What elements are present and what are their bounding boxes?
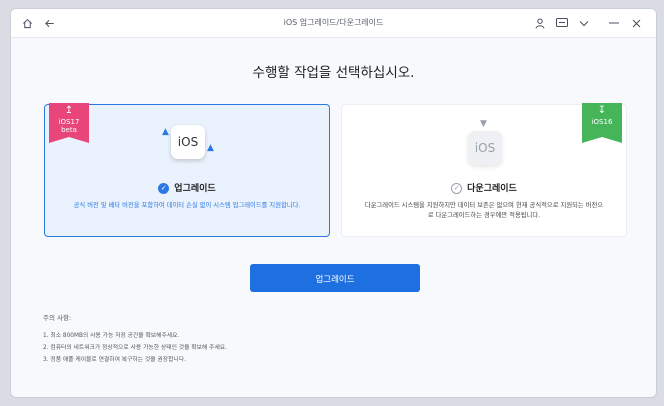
upgrade-button[interactable]: 업그레이드: [250, 264, 420, 292]
ios-app-icon: iOS: [468, 131, 502, 165]
user-icon[interactable]: [533, 9, 547, 37]
ios17-beta-badge: ↥ iOS17 beta: [49, 103, 89, 143]
badge-label: iOS17: [58, 118, 80, 126]
message-icon[interactable]: [555, 9, 569, 37]
badge-sublabel: beta: [61, 126, 77, 134]
downgrade-title-text: 다운그레이드: [467, 184, 517, 194]
down-arrow-icon: ▼: [480, 119, 487, 129]
chevron-down-icon[interactable]: [577, 9, 591, 37]
upgrade-option-card[interactable]: ↥ iOS17 beta ▲ iOS ▲ ✓ 업그레이드 공식 버전 및 베타 버…: [44, 103, 330, 237]
upgrade-option-description: 공식 버전 및 베타 버전을 포함하여 데이터 손실 없이 시스템 업그레이드를…: [73, 202, 301, 209]
close-icon[interactable]: [629, 9, 643, 37]
badge-label: iOS16: [591, 118, 613, 126]
check-circle-icon: ✓: [451, 183, 463, 194]
notes-section: 주의 사항: 1. 최소 800MB의 사용 가능 저장 공간을 확보해주세요.…: [43, 312, 227, 366]
upgrade-title-text: 업그레이드: [174, 184, 216, 194]
minimize-icon[interactable]: [607, 9, 621, 37]
check-circle-icon: ✓: [158, 183, 170, 194]
ios16-badge: ↧ iOS16: [582, 103, 622, 143]
up-arrow-icon: ▲: [207, 143, 214, 153]
download-arrow-icon: ↧: [597, 105, 607, 116]
title-bar: iOS 업그레이드/다운그레이드: [11, 9, 656, 38]
app-window: iOS 업그레이드/다운그레이드 수행할 작업을 선택하십시오. ↥ iOS17…: [10, 8, 657, 398]
upload-arrow-icon: ↥: [64, 105, 74, 116]
ios-app-icon: iOS: [171, 125, 205, 159]
note-item: 1. 최소 800MB의 사용 가능 저장 공간을 확보해주세요.: [43, 333, 180, 339]
page-heading: 수행할 작업을 선택하십시오.: [252, 65, 415, 81]
downgrade-option-card[interactable]: ↧ iOS16 ▼ iOS ✓ 다운그레이드 다운그레이드 시스템을 지원하지만 …: [341, 103, 627, 237]
downgrade-option-description: 다운그레이드 시스템을 지원하지만 데이터 보존은 없으며 현재 공식적으로 지…: [364, 202, 604, 219]
downgrade-option-title: ✓ 다운그레이드: [342, 181, 626, 194]
notes-title: 주의 사항:: [43, 314, 72, 322]
up-arrow-icon: ▲: [162, 127, 169, 137]
note-item: 2. 컴퓨터의 네트워크가 정상적으로 사용 가능한 상태인 것을 확보해 주세…: [43, 345, 227, 351]
note-item: 3. 정품 애플 케이블로 연결하여 복구하는 것을 권장합니다.: [43, 357, 186, 363]
upgrade-option-title: ✓ 업그레이드: [45, 181, 329, 194]
